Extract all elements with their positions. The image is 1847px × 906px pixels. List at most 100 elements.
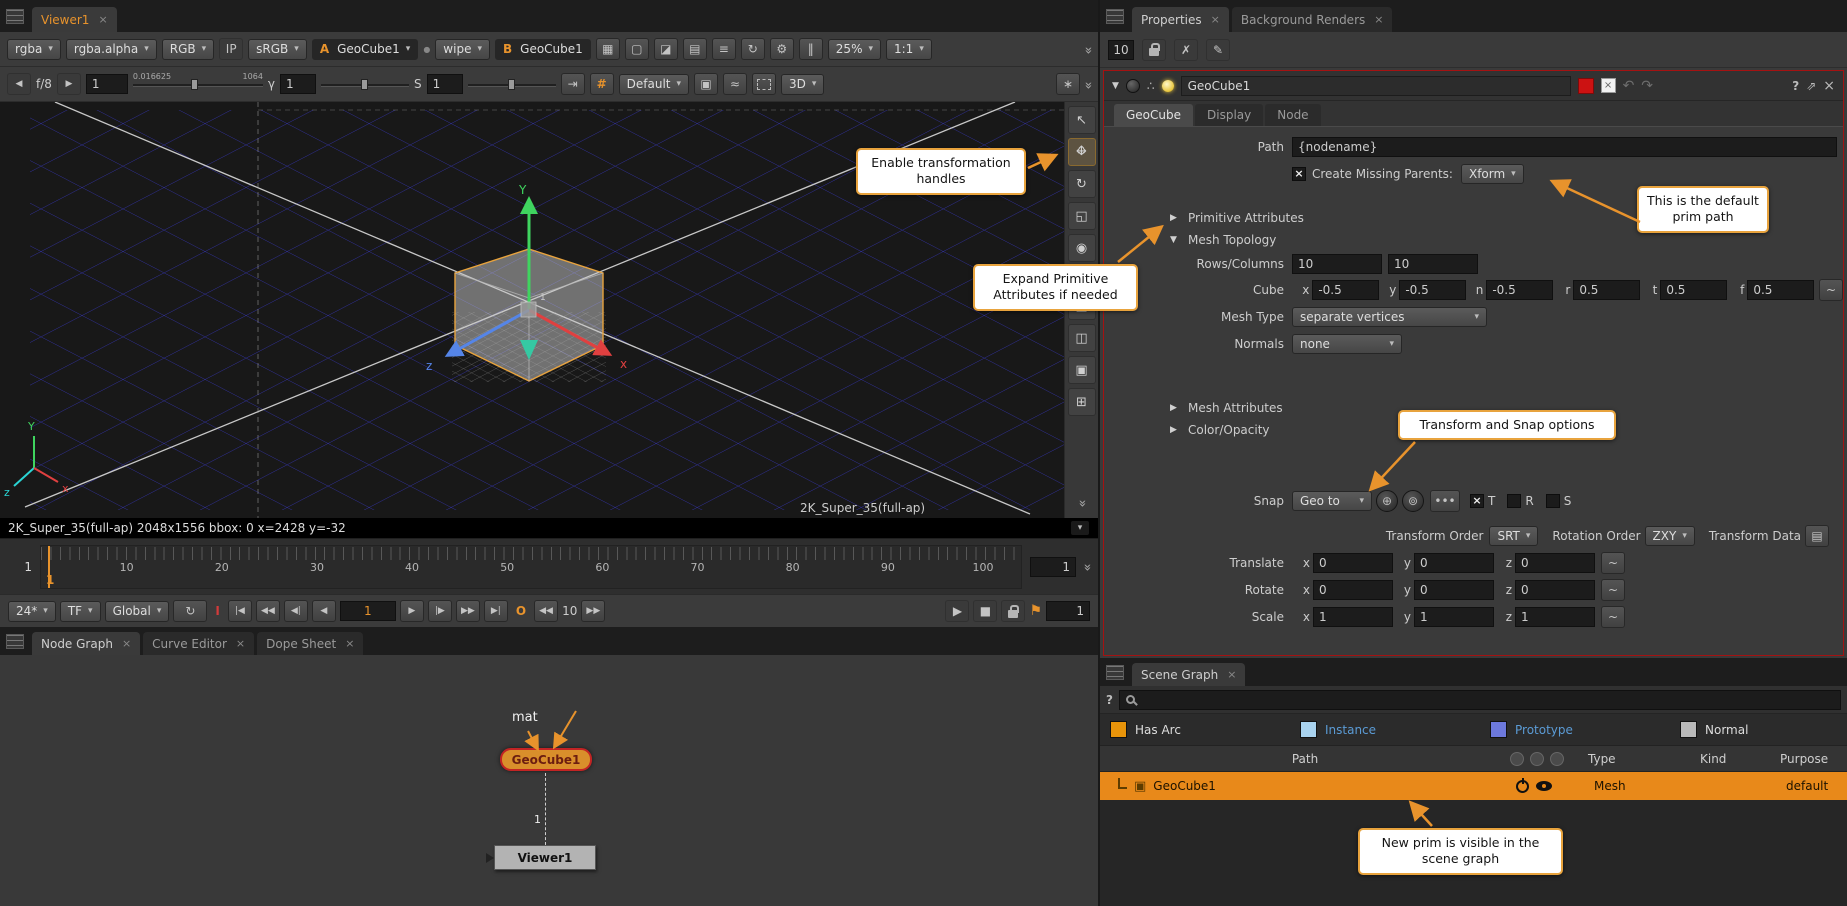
viewport-chevron-icon[interactable]: » [1074,500,1089,506]
wand-icon[interactable]: ∗ [1056,73,1080,95]
close-icon[interactable]: × [1211,13,1220,26]
tab-dope-sheet[interactable]: Dope Sheet × [257,632,363,655]
column-kind[interactable]: Kind [1700,752,1780,766]
play-backward-button[interactable]: ◀ [312,600,336,622]
cube-icon[interactable]: ▣ [694,73,718,95]
normals-dropdown[interactable]: none▾ [1292,334,1402,354]
tab-properties[interactable]: Properties × [1132,7,1229,32]
snap-t-checkbox[interactable]: × [1470,494,1484,508]
next-icon[interactable]: ▶ [57,73,81,95]
pane-menu-icon[interactable] [6,634,24,649]
cube-f-input[interactable]: 0.5 [1747,280,1814,300]
translate-z-input[interactable]: 0 [1515,553,1595,573]
stripes-icon[interactable]: ◪ [654,38,678,60]
rotate-x-input[interactable]: 0 [1313,580,1393,600]
scene-search-input[interactable] [1119,690,1841,710]
slider-handle[interactable] [508,79,515,90]
range-field-input[interactable]: 1 [1046,601,1090,621]
saturation-slider[interactable] [468,76,556,92]
mesh-type-dropdown[interactable]: separate vertices▾ [1292,307,1487,327]
overflow-chevron-icon[interactable]: » [1081,81,1096,87]
range-mode-dropdown[interactable]: Global▾ [105,601,170,622]
format-dropdown-icon[interactable]: ▾ [1070,520,1090,536]
jump-forward-button[interactable]: ▶▶ [581,600,605,622]
in-mark-button[interactable]: I [211,604,223,618]
path-input[interactable]: {nodename} [1292,137,1837,157]
stereo-dropdown[interactable]: Default▾ [619,74,689,95]
display-mode-dropdown[interactable]: RGB▾ [162,39,214,60]
select-tool-icon[interactable]: ↖ [1068,106,1096,134]
scale-tool-icon[interactable]: ◱ [1068,202,1096,230]
triangle-down-icon[interactable]: ▼ [1170,235,1184,245]
transform-handles-icon[interactable]: ↔↕ [1068,138,1096,166]
wave-icon[interactable]: ≈ [723,73,747,95]
float-panel-icon[interactable]: ⇗ [1806,79,1816,93]
node-connection[interactable] [545,773,546,845]
fps-dropdown[interactable]: 24*▾ [8,601,56,622]
grid-hash-icon[interactable]: # [590,73,614,95]
snap-dropdown[interactable]: Geo to▾ [1292,491,1372,511]
tab-curve-editor[interactable]: Curve Editor × [143,632,254,655]
close-icon[interactable]: × [122,637,131,650]
arrow-bar-icon[interactable]: ⇥ [561,73,585,95]
goto-end-button[interactable]: ▶| [484,600,508,622]
wipe-dropdown[interactable]: wipe▾ [435,39,490,60]
saturation-input[interactable]: 1 [427,74,463,94]
slider-handle[interactable] [191,79,198,90]
gamma-input[interactable]: 1 [280,74,316,94]
next-keyframe-button[interactable]: ▶▶ [456,600,480,622]
rotate-tool-icon[interactable]: ↻ [1068,170,1096,198]
monitor-out-icon[interactable]: ▤ [683,38,707,60]
play-forward-button[interactable]: ▶ [400,600,424,622]
current-frame-input[interactable]: 1 [340,601,396,621]
checker-icon[interactable]: ▦ [596,38,620,60]
collapse-icon[interactable]: ▼ [1112,81,1119,91]
ip-toggle-button[interactable]: IP [219,38,243,60]
zoom-dropdown[interactable]: 25%▾ [828,39,881,60]
close-icon[interactable]: × [1227,668,1236,681]
scale-x-input[interactable]: 1 [1313,607,1393,627]
create-missing-parents-checkbox[interactable]: × [1292,167,1306,181]
node-tile-color-swatch[interactable] [1578,78,1594,94]
pause-icon[interactable]: ‖ [799,38,823,60]
crop-icon[interactable]: ▢ [625,38,649,60]
rows-input[interactable]: 10 [1292,254,1382,274]
view-mode-dropdown[interactable]: 3D▾ [781,74,824,95]
tab-node[interactable]: Node [1265,104,1320,126]
channels-dropdown[interactable]: rgba.alpha▾ [66,39,157,60]
scene-graph-row-geocube1[interactable]: ▣ GeoCube1 Mesh default [1100,772,1847,800]
node-tree-icon[interactable]: ∴ [1147,79,1155,93]
gizmo-pivot-box[interactable] [521,302,536,317]
close-icon[interactable]: × [98,13,107,26]
columns-input[interactable]: 10 [1388,254,1478,274]
translate-x-input[interactable]: 0 [1313,553,1393,573]
gear-icon[interactable]: ⚙ [770,38,794,60]
snap-r-checkbox[interactable] [1507,494,1521,508]
layout-split-icon[interactable]: ◫ [1068,324,1096,352]
ab-dot-icon[interactable]: ● [423,45,430,54]
gain-input[interactable]: 1 [86,74,128,94]
snap-s-checkbox[interactable] [1546,494,1560,508]
range-end-input[interactable]: 1 [1030,557,1076,577]
tab-viewer1[interactable]: Viewer1 × [32,7,117,32]
column-purpose[interactable]: Purpose [1780,752,1847,766]
node-name-field[interactable]: GeoCube1 [1181,76,1571,96]
gain-slider[interactable]: 0.016625 1064 [133,76,263,92]
input-a-dropdown[interactable]: AGeoCube1▾ [312,39,418,60]
column-type[interactable]: Type [1588,752,1700,766]
undo-icon[interactable]: ↶ [1623,78,1635,94]
cube-y-input[interactable]: -0.5 [1399,280,1466,300]
visibility-icon[interactable] [1550,752,1564,766]
node-graph-canvas[interactable]: mat GeoCube1 1 Viewer1 [0,655,1098,906]
snap-geo-icon[interactable]: ⊚ [1402,490,1424,512]
rotate-y-input[interactable]: 0 [1414,580,1494,600]
redo-icon[interactable]: ↷ [1641,78,1653,94]
animation-curve-icon[interactable]: ~ [1601,606,1625,628]
prev-icon[interactable]: ◀ [7,73,31,95]
pane-menu-icon[interactable] [1106,9,1124,24]
triangle-right-icon[interactable]: ▶ [1170,403,1184,413]
gamma-slider[interactable] [321,76,409,92]
pane-menu-icon[interactable] [6,9,24,24]
loop-mode-icon[interactable]: ↻ [173,600,207,622]
transform-order-dropdown[interactable]: SRT▾ [1489,526,1538,546]
